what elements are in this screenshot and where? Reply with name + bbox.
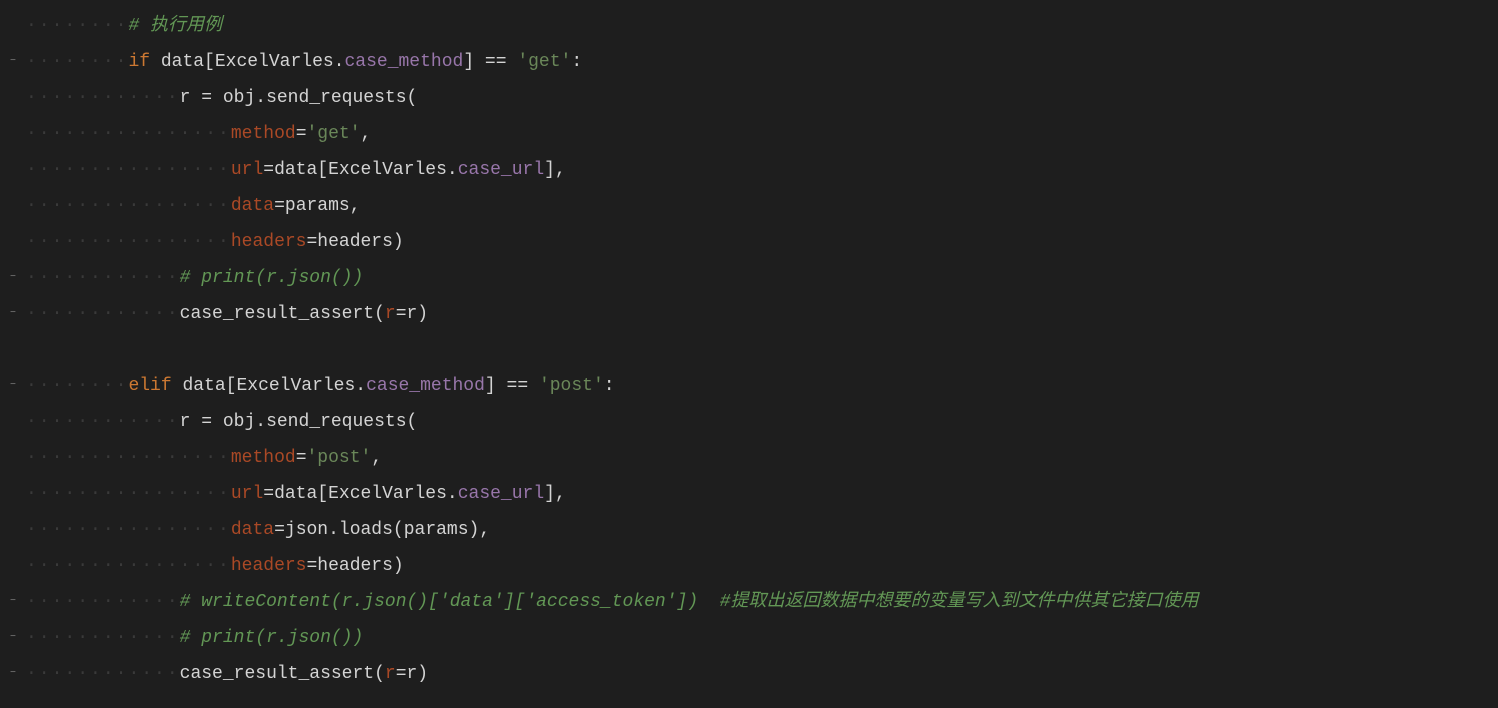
code-token: =r)	[396, 296, 428, 332]
code-token: =	[296, 440, 307, 476]
code-line[interactable]: ················data=params,	[26, 188, 1498, 224]
code-editor-area[interactable]: ········# 执行用例········if data[ExcelVarle…	[26, 0, 1498, 692]
code-line[interactable]: ············# writeContent(r.json()['dat…	[26, 584, 1498, 620]
code-token: 'post'	[307, 440, 372, 476]
code-token: r	[385, 296, 396, 332]
code-line[interactable]	[26, 332, 1498, 368]
code-token: ] ==	[485, 368, 539, 404]
fold-marker-icon[interactable]: −	[8, 381, 18, 391]
code-line[interactable]: ············r = obj.send_requests(	[26, 404, 1498, 440]
code-token: # 执行用例	[128, 8, 222, 44]
code-token: =data[ExcelVarles.	[263, 476, 457, 512]
code-line[interactable]: ············# print(r.json())	[26, 620, 1498, 656]
code-token: :	[604, 368, 615, 404]
code-token: =data[ExcelVarles.	[263, 152, 457, 188]
code-line[interactable]: ············r = obj.send_requests(	[26, 80, 1498, 116]
fold-marker-icon[interactable]: −	[8, 57, 18, 67]
code-token: r = obj.send_requests(	[180, 404, 418, 440]
code-token: headers	[231, 224, 307, 260]
code-token: ],	[544, 476, 566, 512]
code-token: =json.loads(params),	[274, 512, 490, 548]
code-token: case_url	[458, 152, 544, 188]
code-token: 'get'	[307, 116, 361, 152]
code-token: # writeContent(r.json()['data']['access_…	[180, 584, 1199, 620]
fold-marker-icon[interactable]: −	[8, 669, 18, 679]
code-line[interactable]: ················data=json.loads(params),	[26, 512, 1498, 548]
code-token: data[ExcelVarles.	[182, 368, 366, 404]
code-token: case_result_assert(	[180, 296, 385, 332]
code-token: case_result_assert(	[180, 656, 385, 692]
code-token: 'post'	[539, 368, 604, 404]
code-line[interactable]: ················url=data[ExcelVarles.cas…	[26, 476, 1498, 512]
code-token: if	[128, 44, 160, 80]
code-token: =headers)	[307, 548, 404, 584]
code-token: =r)	[396, 656, 428, 692]
code-token: 'get'	[517, 44, 571, 80]
code-line[interactable]: ················method='post',	[26, 440, 1498, 476]
code-token: url	[231, 152, 263, 188]
code-token: elif	[128, 368, 182, 404]
code-token: =	[296, 116, 307, 152]
fold-marker-icon[interactable]: −	[8, 273, 18, 283]
code-token: ],	[544, 152, 566, 188]
code-token: case_method	[344, 44, 463, 80]
code-token: data	[231, 512, 274, 548]
code-token: headers	[231, 548, 307, 584]
code-line[interactable]: ········if data[ExcelVarles.case_method]…	[26, 44, 1498, 80]
code-line[interactable]: ················method='get',	[26, 116, 1498, 152]
code-line[interactable]: ········# 执行用例	[26, 8, 1498, 44]
code-token: ,	[371, 440, 382, 476]
fold-marker-icon[interactable]: −	[8, 309, 18, 319]
code-token: case_url	[458, 476, 544, 512]
code-line[interactable]: ············# print(r.json())	[26, 260, 1498, 296]
code-token: r	[385, 656, 396, 692]
code-token: method	[231, 440, 296, 476]
code-token: =headers)	[307, 224, 404, 260]
code-token: method	[231, 116, 296, 152]
code-token: case_method	[366, 368, 485, 404]
code-token: r = obj.send_requests(	[180, 80, 418, 116]
code-token: ] ==	[463, 44, 517, 80]
code-token: data[ExcelVarles.	[161, 44, 345, 80]
fold-marker-icon[interactable]: −	[8, 633, 18, 643]
code-token: :	[571, 44, 582, 80]
editor-gutter: − − − − − − −	[0, 0, 26, 708]
code-line[interactable]: ············case_result_assert(r=r)	[26, 296, 1498, 332]
code-line[interactable]: ················headers=headers)	[26, 224, 1498, 260]
code-token: =params,	[274, 188, 360, 224]
code-line[interactable]: ········elif data[ExcelVarles.case_metho…	[26, 368, 1498, 404]
code-token: url	[231, 476, 263, 512]
code-line[interactable]: ············case_result_assert(r=r)	[26, 656, 1498, 692]
code-token: data	[231, 188, 274, 224]
code-token: # print(r.json())	[180, 620, 364, 656]
fold-marker-icon[interactable]: −	[8, 597, 18, 607]
code-line[interactable]: ················headers=headers)	[26, 548, 1498, 584]
code-token: ,	[361, 116, 372, 152]
code-line[interactable]: ················url=data[ExcelVarles.cas…	[26, 152, 1498, 188]
code-token: # print(r.json())	[180, 260, 364, 296]
